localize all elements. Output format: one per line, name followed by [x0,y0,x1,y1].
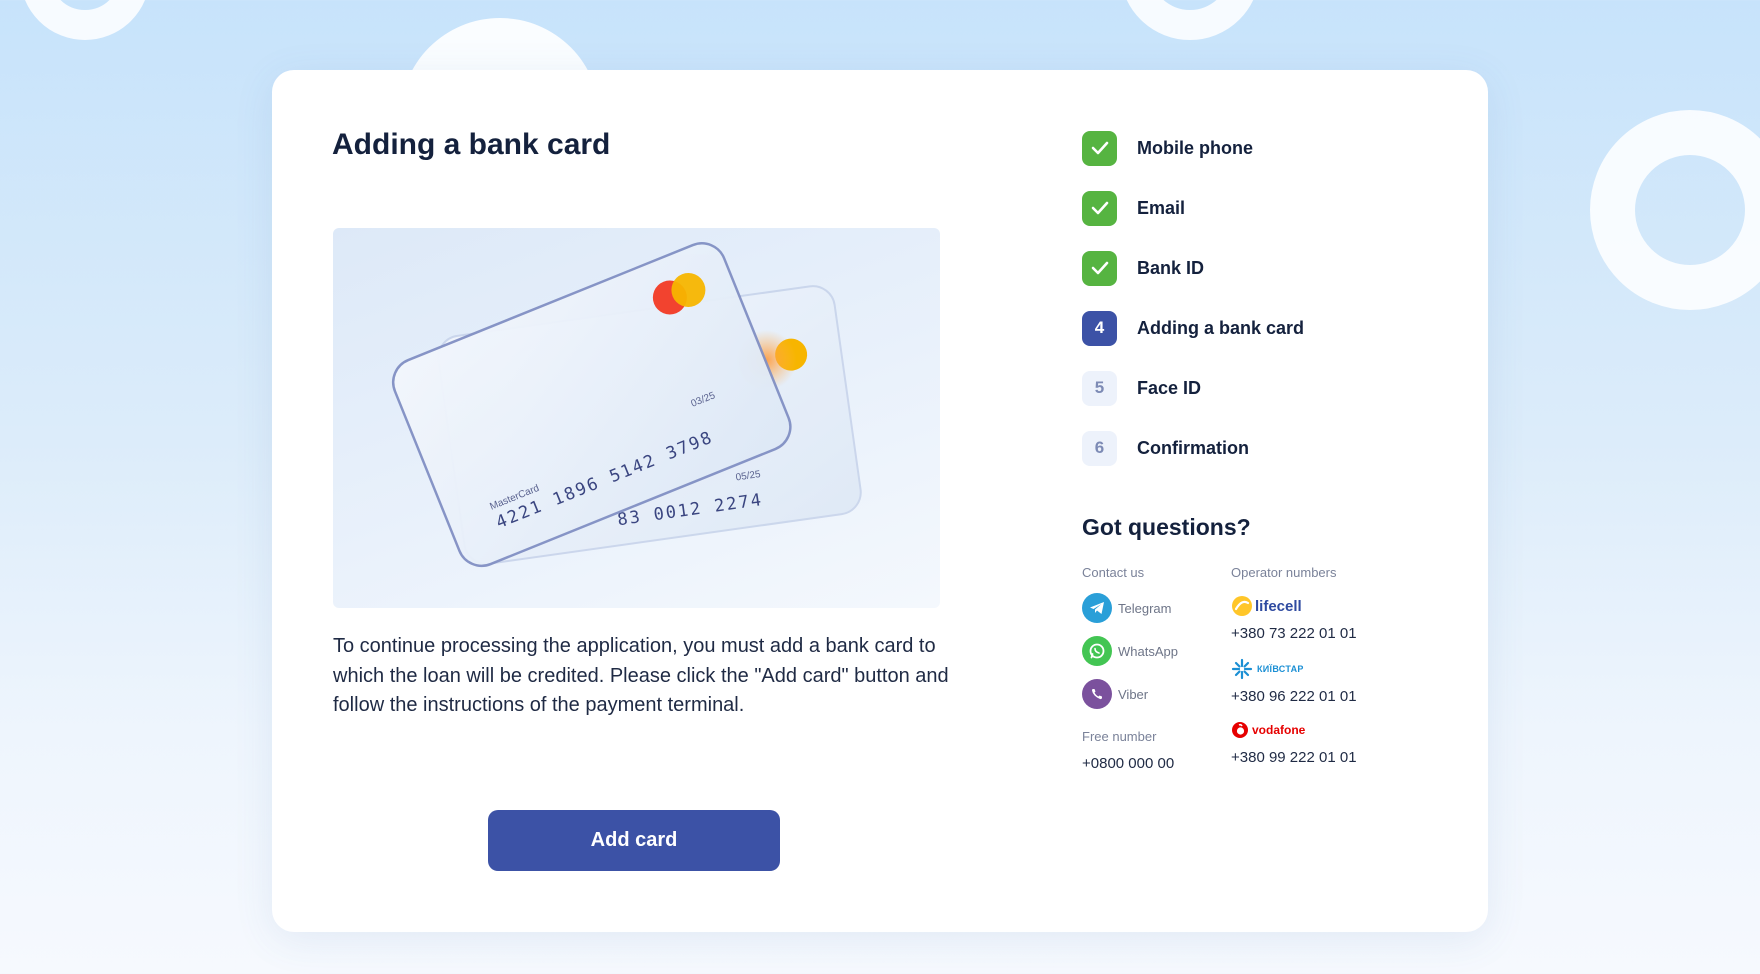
step-label: Adding a bank card [1137,317,1305,338]
step-label: Confirmation [1137,437,1249,458]
main-panel: Adding a bank card 05/25 83 0012 2274 Ma… [272,70,1488,932]
operator-number[interactable]: +380 73 222 01 01 [1231,625,1357,642]
free-number[interactable]: +0800 000 00 [1082,755,1174,772]
background-decoration [1120,0,1260,40]
contact-label: Telegram [1118,600,1172,616]
operator-name: КИЇВСТАР [1257,664,1304,674]
operator-numbers-section: Operator numbers lifecell +380 73 222 01… [1231,565,1357,766]
viber-icon [1082,679,1112,709]
step-bank-id: Bank ID [1082,250,1304,286]
step-label: Mobile phone [1137,137,1253,158]
vodafone-logo: vodafone [1231,717,1357,743]
page-title: Adding a bank card [332,128,611,161]
step-adding-bank-card: 4 Adding a bank card [1082,310,1304,346]
contact-us-section: Contact us Telegram WhatsApp Viber Free … [1082,565,1178,772]
step-number-badge: 6 [1082,430,1117,466]
step-confirmation: 6 Confirmation [1082,430,1304,466]
kyivstar-logo: КИЇВСТАР [1231,656,1357,682]
operator-name: vodafone [1252,723,1306,737]
check-icon [1082,190,1117,226]
lifecell-icon [1232,596,1252,616]
contact-whatsapp[interactable]: WhatsApp [1082,636,1178,666]
kyivstar-star-icon [1231,658,1253,680]
lifecell-logo: lifecell [1231,593,1357,619]
step-number-badge: 5 [1082,370,1117,406]
background-decoration [1590,110,1760,310]
free-number-heading: Free number [1082,729,1157,744]
vodafone-icon [1232,722,1248,738]
contact-label: Viber [1118,686,1149,702]
operator-heading: Operator numbers [1231,565,1337,580]
contact-heading: Contact us [1082,565,1145,580]
step-label: Email [1137,197,1186,218]
contact-label: WhatsApp [1118,643,1178,659]
add-card-button[interactable]: Add card [488,810,780,871]
check-icon [1082,130,1117,166]
step-mobile-phone: Mobile phone [1082,130,1304,166]
bank-card-illustration: 05/25 83 0012 2274 MasterCard 03/25 4221… [333,228,940,608]
telegram-icon [1082,593,1112,623]
instructions-text: To continue processing the application, … [333,635,949,716]
step-label: Face ID [1137,377,1202,398]
operator-number[interactable]: +380 96 222 01 01 [1231,688,1357,705]
whatsapp-icon [1082,636,1112,666]
background-decoration [20,0,150,40]
operator-number[interactable]: +380 99 222 01 01 [1231,749,1357,766]
contact-telegram[interactable]: Telegram [1082,593,1178,623]
step-label: Bank ID [1137,257,1205,278]
check-icon [1082,250,1117,286]
operator-name: lifecell [1255,597,1302,615]
progress-steps: Mobile phone Email Bank ID 4 Adding a ba… [1082,130,1304,490]
questions-title: Got questions? [1082,514,1251,540]
contact-viber[interactable]: Viber [1082,679,1178,709]
step-number-badge: 4 [1082,310,1117,346]
step-email: Email [1082,190,1304,226]
step-face-id: 5 Face ID [1082,370,1304,406]
